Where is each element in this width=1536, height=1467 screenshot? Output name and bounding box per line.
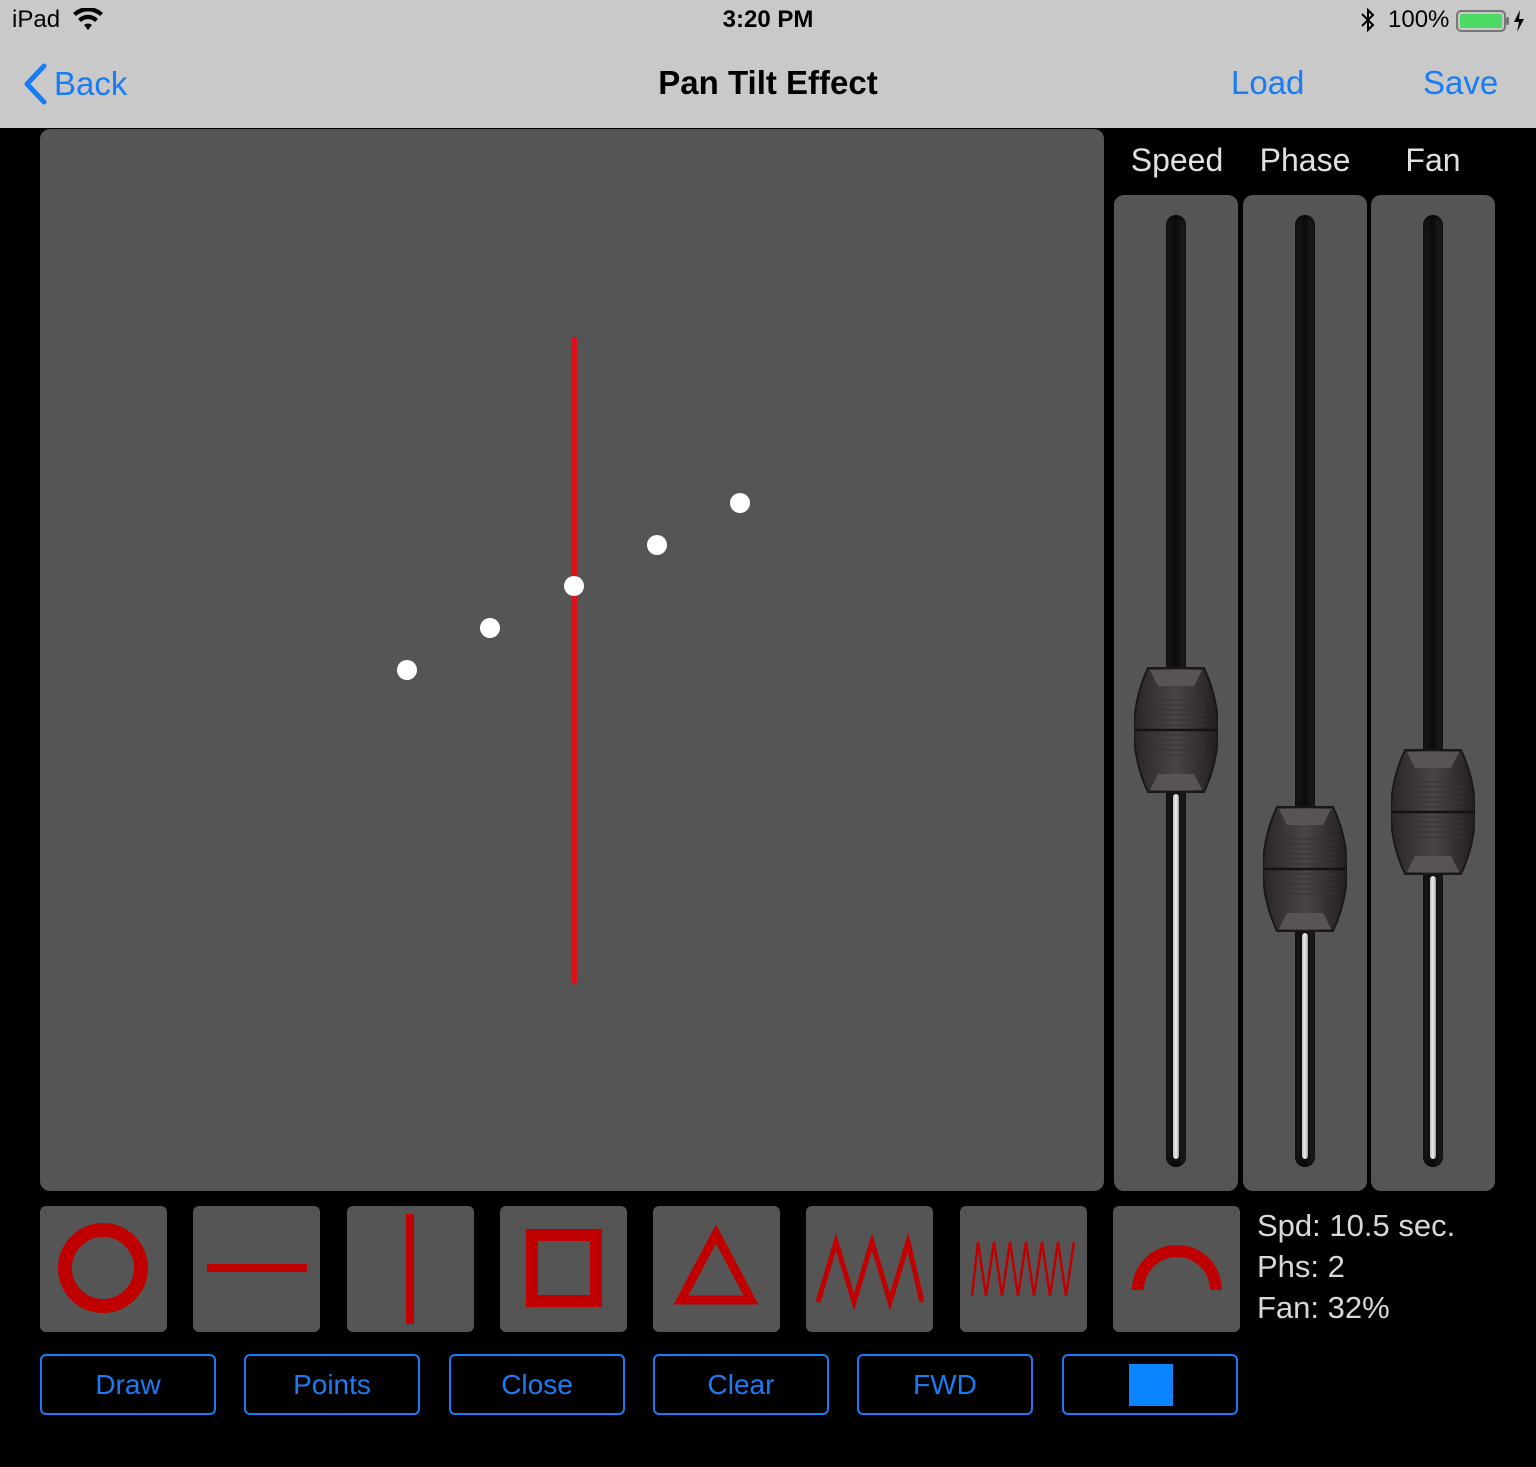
horizontal-line-shape-button[interactable] — [193, 1206, 320, 1332]
slider-fill — [1173, 793, 1179, 1159]
fixture-point[interactable] — [564, 576, 584, 596]
speed-readout: Spd: 10.5 sec. — [1257, 1208, 1456, 1243]
slider-thumb[interactable] — [1134, 664, 1218, 796]
navigation-bar: iPad 3:20 PM 100% Back Pan Tilt Effect L… — [0, 0, 1536, 128]
slider-fill — [1302, 933, 1308, 1159]
square-icon — [526, 1229, 602, 1307]
speed-slider-label: Speed — [1130, 142, 1224, 178]
circle-shape-button[interactable] — [40, 1206, 167, 1332]
phase-slider[interactable] — [1243, 195, 1367, 1191]
fixture-point[interactable] — [397, 660, 417, 680]
slider-track[interactable] — [1423, 215, 1443, 1167]
phase-slider-label: Phase — [1259, 142, 1351, 178]
save-button[interactable]: Save — [1423, 64, 1498, 102]
stop-button[interactable] — [1062, 1354, 1238, 1415]
slider-thumb[interactable] — [1391, 746, 1475, 878]
vertical-line-shape-button[interactable] — [347, 1206, 474, 1332]
arc-shape-button[interactable] — [1113, 1206, 1240, 1332]
status-time: 3:20 PM — [722, 6, 814, 33]
clear-button[interactable]: Clear — [653, 1354, 829, 1415]
battery-percent: 100% — [1388, 6, 1450, 33]
direction-button[interactable]: FWD — [857, 1354, 1033, 1415]
horizontal-line-icon — [207, 1264, 307, 1272]
fan-slider-label: Fan — [1405, 142, 1461, 178]
fan-slider[interactable] — [1371, 195, 1495, 1191]
slider-fill — [1430, 875, 1436, 1159]
slider-thumb[interactable] — [1263, 803, 1347, 935]
circle-icon — [58, 1223, 148, 1313]
load-button[interactable]: Load — [1231, 64, 1304, 102]
fan-readout: Fan: 32% — [1257, 1290, 1390, 1325]
draw-button[interactable]: Draw — [40, 1354, 216, 1415]
close-button[interactable]: Close — [449, 1354, 625, 1415]
battery-charging-icon — [1456, 10, 1524, 32]
pan-tilt-canvas[interactable] — [40, 129, 1104, 1191]
bluetooth-icon — [1361, 7, 1375, 33]
fixture-point[interactable] — [647, 535, 667, 555]
square-shape-button[interactable] — [500, 1206, 627, 1332]
dense-zigzag-shape-button[interactable] — [960, 1206, 1087, 1332]
slider-track[interactable] — [1295, 215, 1315, 1167]
points-button[interactable]: Points — [244, 1354, 420, 1415]
triangle-shape-button[interactable] — [653, 1206, 780, 1332]
stop-square-icon — [1129, 1364, 1173, 1406]
fixture-point[interactable] — [480, 618, 500, 638]
zigzag-shape-button[interactable] — [806, 1206, 933, 1332]
triangle-icon — [673, 1224, 759, 1305]
page-title: Pan Tilt Effect — [658, 64, 878, 101]
zigzag-icon — [815, 1232, 925, 1311]
speed-slider[interactable] — [1114, 195, 1238, 1191]
vertical-line-icon — [406, 1214, 414, 1324]
dense-zigzag-icon — [970, 1241, 1076, 1297]
phase-readout: Phs: 2 — [1257, 1249, 1345, 1284]
fixture-point[interactable] — [730, 493, 750, 513]
arc-icon — [1132, 1245, 1222, 1291]
